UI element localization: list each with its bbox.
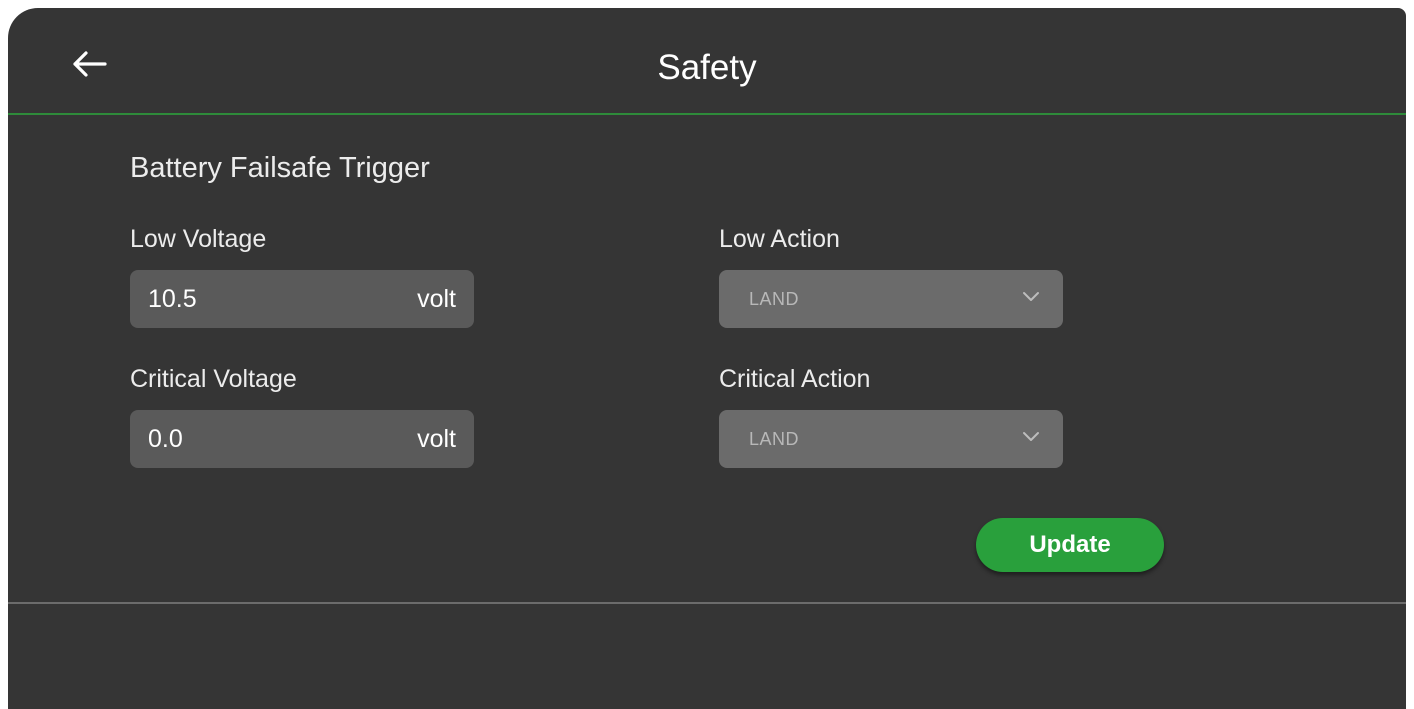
divider — [8, 602, 1406, 604]
chevron-down-icon — [1021, 430, 1041, 448]
low-action-label: Low Action — [719, 225, 840, 253]
critical-voltage-input[interactable] — [148, 424, 348, 454]
low-voltage-unit: volt — [417, 284, 456, 313]
critical-action-label: Critical Action — [719, 365, 871, 393]
update-button[interactable]: Update — [976, 518, 1164, 572]
low-voltage-input[interactable] — [148, 284, 348, 314]
critical-voltage-field[interactable]: volt — [130, 410, 474, 468]
chevron-down-icon — [1021, 290, 1041, 308]
header-bar: Safety — [8, 8, 1406, 115]
critical-voltage-unit: volt — [417, 424, 456, 453]
low-action-value: LAND — [749, 288, 800, 309]
section-title: Battery Failsafe Trigger — [130, 152, 430, 184]
page-title: Safety — [657, 48, 757, 87]
low-action-select[interactable]: LAND — [719, 270, 1063, 328]
critical-action-select[interactable]: LAND — [719, 410, 1063, 468]
critical-voltage-label: Critical Voltage — [130, 365, 297, 393]
safety-screen: Safety Battery Failsafe Trigger Low Volt… — [8, 8, 1406, 709]
critical-action-value: LAND — [749, 428, 800, 449]
low-voltage-field[interactable]: volt — [130, 270, 474, 328]
low-voltage-label: Low Voltage — [130, 225, 267, 253]
